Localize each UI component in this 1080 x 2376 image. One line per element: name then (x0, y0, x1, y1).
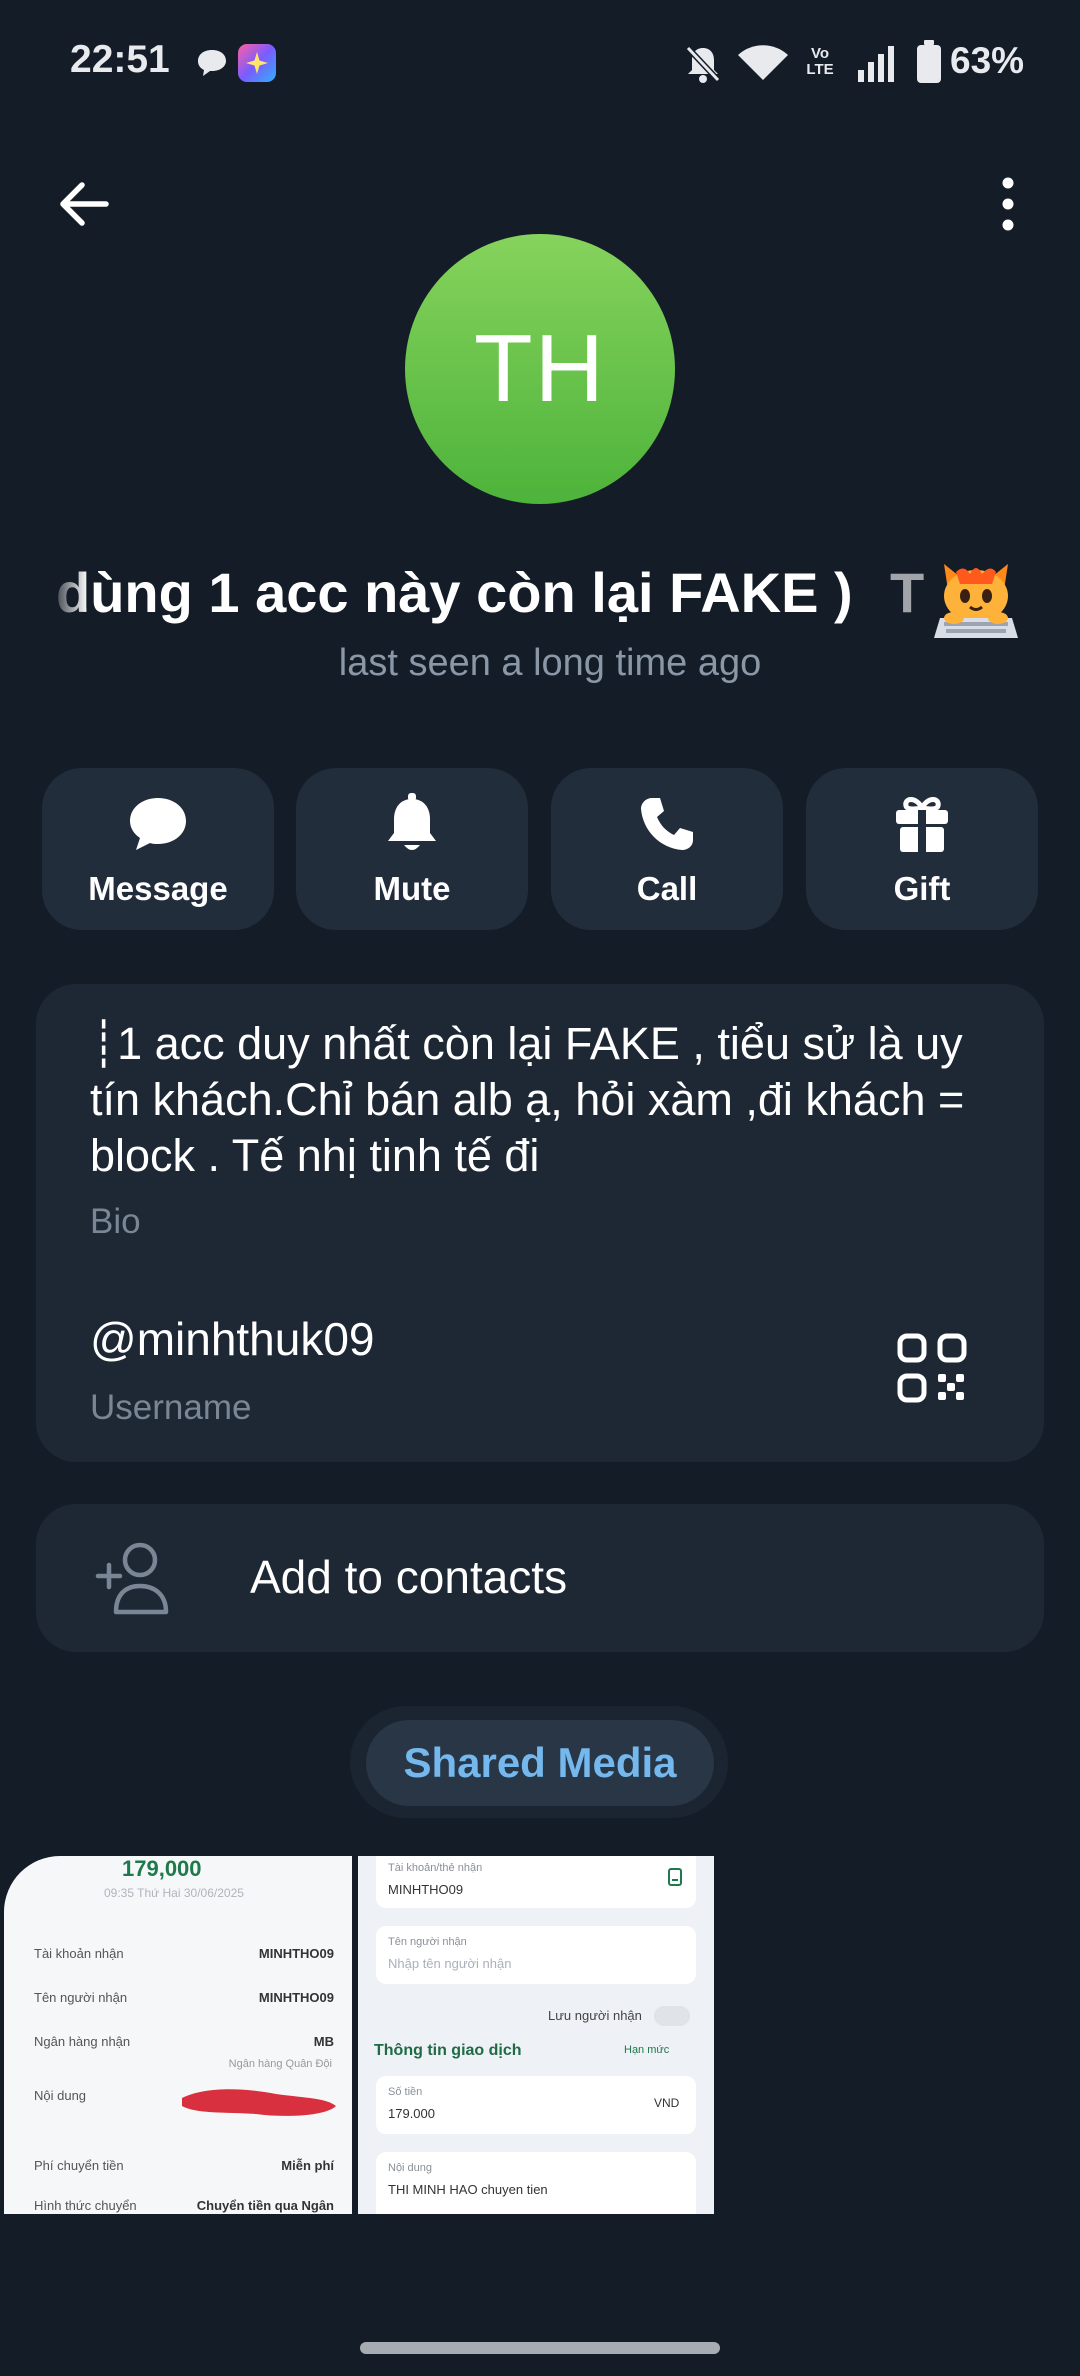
media-thumbnail-receipt[interactable]: 179,000 09:35 Thứ Hai 30/06/2025 Tài kho… (4, 1856, 352, 2214)
form-account-value: MINHTHO09 (388, 1882, 464, 1897)
add-to-contacts-label: Add to contacts (250, 1551, 568, 1603)
contact-book-icon (668, 1868, 682, 1886)
call-label: Call (636, 870, 698, 907)
more-options-button[interactable] (972, 168, 1044, 240)
message-label: Message (88, 870, 228, 907)
username-value[interactable]: @minhthuk09 (90, 1312, 375, 1366)
receipt-row-value: MB (313, 2034, 334, 2049)
info-card: ┊1 acc duy nhất còn lại FAKE , tiểu sử l… (36, 984, 1044, 1462)
tab-shared-media[interactable]: Shared Media (366, 1720, 714, 1806)
receipt-row: Phí chuyển tiền Miễn phí (34, 2158, 334, 2182)
form-account-label: Tài khoản/thẻ nhận (388, 1862, 483, 1874)
bell-icon (388, 793, 436, 850)
receipt-row-key: Phí chuyển tiền (34, 2158, 124, 2173)
receipt-row: Ngân hàng nhận MB (34, 2034, 334, 2058)
receipt-row-value: MINHTHO09 (258, 1990, 334, 2005)
receipt-row-key: Hình thức chuyển (34, 2198, 137, 2213)
back-button[interactable] (48, 168, 120, 240)
battery-percent: 63% (950, 40, 1025, 81)
profile-name-tail: T (890, 561, 925, 624)
receipt-row-value: Chuyển tiền qua Ngân (196, 2198, 334, 2213)
receipt-row-value: MINHTHO09 (258, 1946, 334, 1961)
red-scribble-redaction (182, 2089, 336, 2116)
bio-label: Bio (90, 1202, 141, 1241)
form-account-field: Tài khoản/thẻ nhận MINHTHO09 (376, 1856, 696, 1908)
volte-label: Vo LTE (806, 45, 834, 78)
wifi-icon (738, 45, 788, 80)
qr-code-button[interactable] (894, 1330, 970, 1406)
receipt-row: Tên người nhận MINHTHO09 (34, 1990, 334, 2014)
receipt-row-key: Ngân hàng nhận (34, 2034, 131, 2049)
receipt-date: 09:35 Thứ Hai 30/06/2025 (104, 1886, 244, 1900)
receipt-row: Hình thức chuyển Chuyển tiền qua Ngân (34, 2198, 334, 2214)
chat-notification-icon (198, 50, 226, 76)
receipt-row-key: Tài khoản nhận (34, 1946, 124, 1961)
form-content-field: Nội dung THI MINH HAO chuyen tien (376, 2152, 696, 2214)
phone-icon (641, 798, 693, 850)
add-to-contacts-button[interactable]: Add to contacts (36, 1504, 1044, 1652)
form-content-label: Nội dung (388, 2162, 433, 2174)
profile-name: dùng 1 acc này còn lại FAKE ) T (0, 560, 1080, 640)
add-contact-icon (95, 1542, 169, 1615)
receipt-row-key: Nội dung (34, 2088, 87, 2103)
form-amount-label: Số tiền (388, 2086, 423, 2098)
app-notification-icon (238, 44, 276, 82)
form-name-label: Tên người nhận (388, 1936, 467, 1948)
form-content-value: THI MINH HAO chuyen tien (388, 2182, 548, 2197)
profile-screen: 22:51 Vo LTE 63% TH dùng 1 acc này còn l… (0, 0, 1080, 2376)
gift-icon (896, 797, 948, 852)
form-amount-field: Số tiền 179.000 (376, 2076, 696, 2134)
bio-text[interactable]: ┊1 acc duy nhất còn lại FAKE , tiểu sử l… (90, 1016, 1020, 1184)
form-amount-value: 179.000 (388, 2106, 435, 2121)
more-vertical-icon (1002, 177, 1014, 231)
bell-off-icon (685, 45, 721, 83)
qr-code-icon (897, 1333, 967, 1403)
mute-button[interactable]: Mute (296, 768, 528, 930)
receipt-row-value: Miễn phí (281, 2158, 334, 2173)
status-time: 22:51 (70, 38, 170, 81)
last-seen-status: last seen a long time ago (338, 642, 762, 684)
avatar[interactable]: TH (405, 234, 675, 504)
arrow-left-icon (60, 182, 109, 226)
form-save-label: Lưu người nhận (548, 2008, 642, 2023)
status-bar: 22:51 Vo LTE 63% (0, 0, 1080, 130)
form-currency: VND (654, 2096, 680, 2110)
receipt-bank-sub: Ngân hàng Quân Đội (228, 2058, 332, 2070)
form-limit-link: Hạn mức (624, 2044, 670, 2056)
receipt-row: Tài khoản nhận MINHTHO09 (34, 1946, 334, 1970)
profile-name-text: dùng 1 acc này còn lại FAKE ) (56, 561, 853, 624)
battery-icon (917, 40, 941, 83)
name-fade (48, 560, 88, 640)
gift-label: Gift (893, 870, 951, 907)
form-section-title: Thông tin giao dịch (374, 2042, 522, 2059)
message-button[interactable]: Message (42, 768, 274, 930)
receipt-amount: 179,000 (122, 1856, 202, 1881)
form-save-toggle (654, 2006, 690, 2026)
chat-bubble-icon (130, 798, 186, 850)
username-label: Username (90, 1388, 252, 1427)
gift-button[interactable]: Gift (806, 768, 1038, 930)
form-name-field: Tên người nhận Nhập tên người nhận (376, 1926, 696, 1984)
receipt-row-key: Tên người nhận (34, 1990, 128, 2005)
media-thumbnail-transfer-form[interactable]: Tài khoản/thẻ nhận MINHTHO09 Tên người n… (358, 1856, 714, 2214)
home-indicator[interactable] (360, 2342, 720, 2354)
mute-label: Mute (373, 870, 451, 907)
signal-icon (858, 46, 894, 82)
typing-cat-emoji-icon (934, 564, 1018, 638)
form-name-placeholder: Nhập tên người nhận (388, 1956, 512, 1971)
action-buttons: Message Mute Call Gift (42, 768, 1038, 930)
call-button[interactable]: Call (551, 768, 783, 930)
